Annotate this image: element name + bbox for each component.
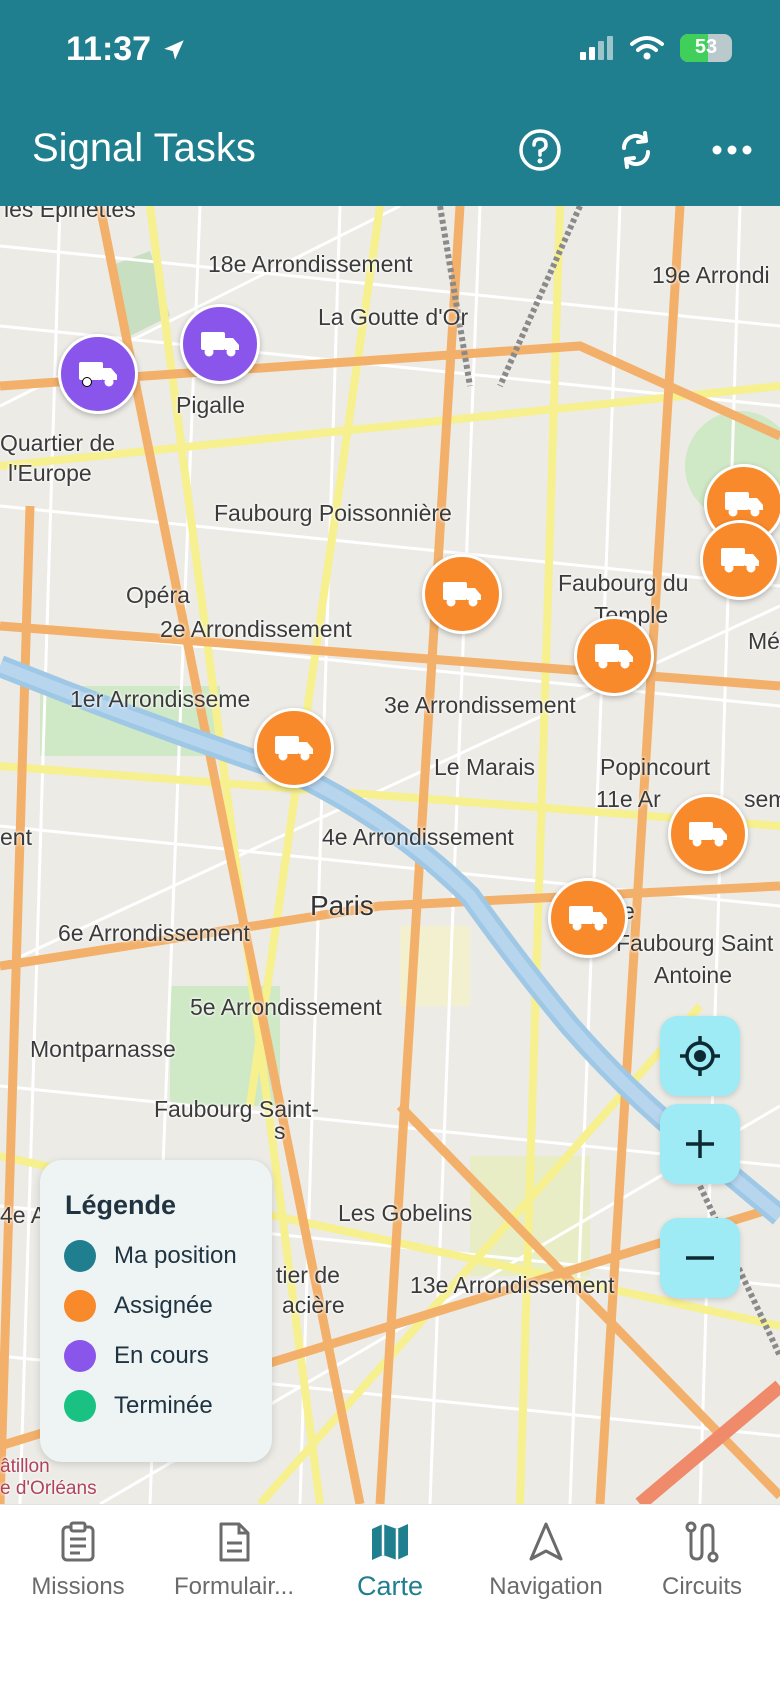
task-marker-assigned[interactable] [548,878,628,958]
truck-icon [275,736,313,761]
place-label: La Goutte d'Or [318,304,469,330]
task-marker-assigned[interactable] [700,520,780,600]
place-label: Le Marais [434,754,535,780]
place-label: Montparnasse [30,1036,176,1062]
more-options-button[interactable] [704,122,760,178]
legend-item: En cours [64,1340,209,1372]
top-app-bar: 11:37 53 Signal Tasks [0,0,780,206]
place-label: 2e Arrondissement [160,616,352,642]
crosshair-icon [680,1036,720,1076]
truck-icon [689,822,727,847]
legend-dot [64,1390,96,1422]
route-icon [685,1521,719,1563]
place-label: 4e Arrondissement [322,824,514,850]
help-icon [519,129,561,171]
task-marker-in-progress[interactable] [180,304,260,384]
place-label: 5e Arrondissement [190,994,382,1020]
place-label: 18e Arrondissement [208,251,413,277]
zoom-out-button[interactable] [660,1218,740,1298]
task-marker-assigned[interactable] [422,554,502,634]
place-label: acière [282,1292,345,1318]
locate-me-button[interactable] [660,1016,740,1096]
tab-navigation[interactable]: Navigation [468,1521,624,1601]
document-icon [219,1522,250,1562]
task-marker-assigned[interactable] [254,708,334,788]
sync-icon [621,131,651,169]
zoom-in-button[interactable] [660,1104,740,1184]
clipboard-icon [61,1521,95,1562]
signal-icon [580,36,613,60]
place-label: Mé [748,628,780,654]
place-label: Popincourt [600,754,710,780]
bottom-tab-bar: Missions Formulair... Carte Navigation C… [0,1504,780,1689]
help-button[interactable] [512,122,568,178]
truck-icon [569,906,607,931]
legend-dot [64,1340,96,1372]
legend-item: Assignée [64,1290,213,1322]
location-arrow-icon [164,39,184,60]
tab-missions[interactable]: Missions [0,1521,156,1601]
plus-icon [686,1130,714,1158]
legend-dot [64,1240,96,1272]
place-label: tier de [276,1262,340,1288]
truck-icon [595,644,633,669]
tab-carte[interactable]: Carte [312,1521,468,1602]
legend-dot [64,1290,96,1322]
legend-item: Terminée [64,1390,213,1422]
place-label: Faubourg Saint- [154,1096,319,1122]
place-label: les Épinettes [4,206,136,222]
wifi-icon [630,36,664,60]
truck-icon [725,492,763,517]
place-label: e d'Orléans [0,1478,97,1499]
legend-title: Légende [65,1190,177,1220]
battery-indicator: 53 [680,34,732,62]
truck-icon [721,548,759,573]
place-label: Faubourg Saint [616,930,774,956]
sync-button[interactable] [608,122,664,178]
task-marker-in-progress[interactable] [58,334,138,414]
truck-icon [201,332,239,357]
status-time: 11:37 [66,30,187,69]
place-label: sem [744,786,780,812]
place-label: Faubourg du [558,570,689,596]
place-label: Les Gobelins [338,1200,473,1226]
more-horizontal-icon [712,145,752,155]
navigation-arrow-icon [529,1522,563,1561]
place-label-city: Paris [310,890,374,921]
tab-circuits[interactable]: Circuits [624,1521,780,1601]
place-label: Quartier de [0,430,116,456]
place-label: âtillon [0,1456,50,1477]
place-label: 11e Ar [596,786,661,812]
place-label: Pigalle [176,392,246,418]
truck-icon [79,362,117,387]
minus-icon [686,1256,714,1260]
task-marker-assigned[interactable] [668,794,748,874]
map-icon [372,1524,408,1560]
place-label: 1er Arrondisseme [70,686,251,712]
map-legend: Légende Ma position Assignée En cours Te… [40,1160,272,1462]
legend-item: Ma position [64,1240,237,1272]
task-marker-assigned[interactable] [574,616,654,696]
map-view[interactable]: les Épinettes 18e Arrondissement 19e Arr… [0,206,780,1504]
truck-icon [443,582,481,607]
app-title: Signal Tasks [32,126,256,170]
status-icons: 53 [578,34,732,62]
place-label: Opéra [126,582,190,608]
place-label: 6e Arrondissement [58,920,250,946]
tab-formulaires[interactable]: Formulair... [156,1521,312,1601]
place-label: 3e Arrondissement [384,692,576,718]
place-label: Antoine [654,962,733,988]
place-label: l'Europe [8,460,92,486]
place-label: ent [0,824,32,850]
place-label: s [274,1118,286,1144]
place-label: 13e Arrondissement [410,1272,615,1298]
place-label: 19e Arrondi [652,262,770,288]
place-label: Faubourg Poissonnière [214,500,452,526]
